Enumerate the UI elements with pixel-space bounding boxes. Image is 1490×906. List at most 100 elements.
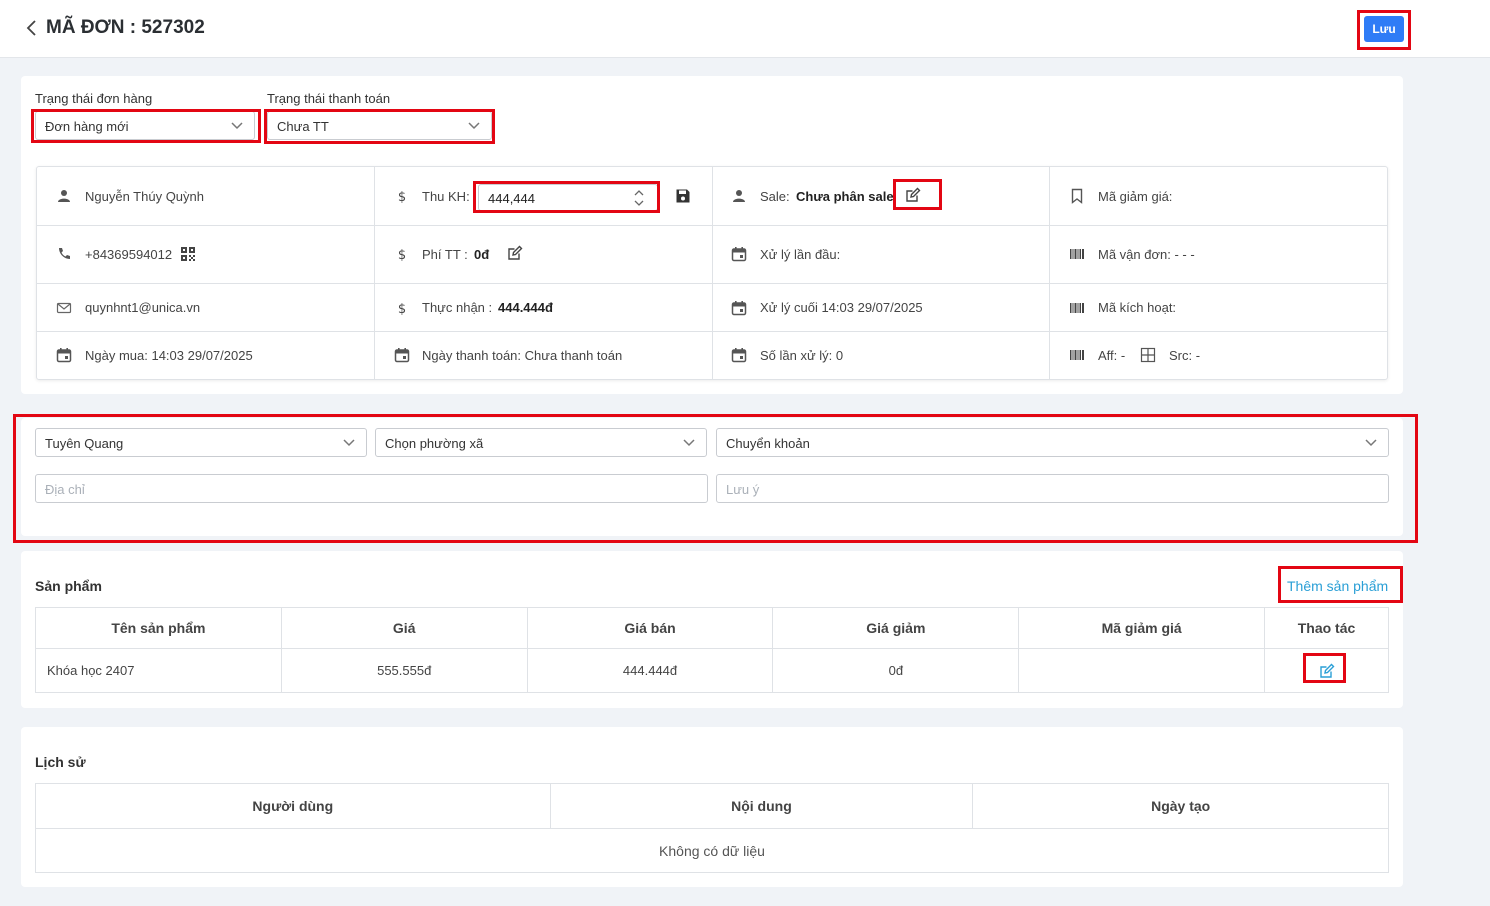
address-card: Tuyên Quang Chọn phường xã Chuyển khoản … <box>21 418 1403 536</box>
chevron-down-icon <box>468 122 480 130</box>
payment-status-value: Chưa TT <box>277 119 329 134</box>
purchase-date: Ngày mua: 14:03 29/07/2025 <box>85 348 253 363</box>
order-info-grid: Nguyễn Thúy Quỳnh +84369594012 quynhnt1@… <box>36 166 1388 380</box>
edit-icon[interactable] <box>1319 663 1335 679</box>
barcode-icon <box>1070 350 1084 360</box>
column-header: Ngày tạo <box>972 783 1389 829</box>
product-name: Khóa học 2407 <box>35 648 282 693</box>
page-title: MÃ ĐƠN : 527302 <box>46 17 205 38</box>
divider <box>37 283 1387 284</box>
mail-icon <box>56 302 72 314</box>
divider <box>712 167 713 379</box>
column-header: Thao tác <box>1264 607 1389 649</box>
process-count: Số lần xử lý: 0 <box>760 348 844 363</box>
thu-kh-label: Thu KH: <box>422 189 470 204</box>
divider <box>37 331 1387 332</box>
table-row: Không có dữ liệu <box>35 828 1389 873</box>
history-title: Lịch sử <box>35 754 86 770</box>
activation-code: Mã kích hoạt: <box>1098 300 1177 315</box>
phone-icon <box>59 248 70 259</box>
svg-text:$: $ <box>398 248 406 262</box>
dollar-icon: $ <box>398 190 406 204</box>
thuc-nhan-label: Thực nhận : <box>422 300 493 315</box>
dollar-icon: $ <box>398 248 406 262</box>
calendar-icon <box>731 301 747 316</box>
top-bar: MÃ ĐƠN : 527302 Lưu <box>0 0 1490 58</box>
products-title: Sản phẩm <box>35 578 102 594</box>
product-code <box>1018 648 1266 693</box>
user-icon <box>58 190 70 202</box>
first-process: Xử lý lần đầu: <box>760 247 841 262</box>
history-card: Lịch sử Người dùng Nội dung Ngày tạo Khô… <box>21 727 1403 887</box>
last-process: Xử lý cuối 14:03 29/07/2025 <box>760 300 923 315</box>
payment-status-label: Trạng thái thanh toán <box>267 91 391 106</box>
table-header-row: Người dùng Nội dung Ngày tạo <box>35 783 1389 829</box>
chevron-left-icon[interactable] <box>24 18 40 38</box>
order-status-select[interactable]: Đơn hàng mới <box>35 111 255 140</box>
order-info-card: Trạng thái đơn hàng Đơn hàng mới Trạng t… <box>21 76 1403 394</box>
empty-message: Không có dữ liệu <box>35 828 1389 873</box>
address-input[interactable]: Địa chỉ <box>35 474 708 503</box>
payment-date: Ngày thanh toán: Chưa thanh toán <box>422 348 623 363</box>
user-icon <box>733 190 745 202</box>
payment-status-select[interactable]: Chưa TT <box>267 111 492 140</box>
history-table: Người dùng Nội dung Ngày tạo Không có dữ… <box>35 783 1389 873</box>
save-icon[interactable] <box>675 188 691 204</box>
column-header: Giá bán <box>526 607 774 649</box>
note-placeholder: Lưu ý <box>726 482 760 497</box>
edit-icon[interactable] <box>507 245 523 261</box>
address-placeholder: Địa chỉ <box>45 482 85 497</box>
sale-label: Sale: <box>760 189 790 204</box>
save-button[interactable]: Lưu <box>1364 16 1404 42</box>
calendar-icon <box>394 348 410 363</box>
calendar-icon <box>731 247 747 262</box>
tracking-code: Mã vận đơn: - - - <box>1098 247 1195 262</box>
src: Src: - <box>1169 348 1201 363</box>
svg-text:$: $ <box>398 190 406 204</box>
column-header: Mã giảm giá <box>1018 607 1266 649</box>
barcode-icon <box>1070 249 1084 259</box>
divider <box>374 167 375 379</box>
qr-icon[interactable] <box>180 246 196 262</box>
discount-code: Mã giảm giá: <box>1098 189 1173 204</box>
grid-icon <box>1140 347 1156 363</box>
edit-icon[interactable] <box>905 187 921 203</box>
barcode-icon <box>1070 303 1084 313</box>
ward-value: Chọn phường xã <box>385 436 484 451</box>
province-select[interactable]: Tuyên Quang <box>35 428 367 457</box>
divider <box>37 225 1387 226</box>
phi-tt-value: 0đ <box>474 247 490 262</box>
chevron-down-icon <box>1365 439 1377 447</box>
column-header: Người dùng <box>35 783 551 829</box>
add-product-button[interactable]: Thêm sản phẩm <box>1287 578 1388 594</box>
product-price: 555.555đ <box>280 648 528 693</box>
chevron-down-icon <box>683 439 695 447</box>
dollar-icon: $ <box>398 302 406 316</box>
aff: Aff: - <box>1098 348 1126 363</box>
products-card: Sản phẩm Thêm sản phẩm Tên sản phẩm Giá … <box>21 551 1403 708</box>
thu-kh-input[interactable]: 444,444 <box>478 184 658 211</box>
table-header-row: Tên sản phẩm Giá Giá bán Giá giảm Mã giả… <box>35 607 1389 649</box>
order-status-value: Đơn hàng mới <box>45 119 129 134</box>
column-header: Nội dung <box>549 783 974 829</box>
product-sale-price: 444.444đ <box>526 648 774 693</box>
svg-text:$: $ <box>398 302 406 316</box>
chevron-down-icon <box>231 122 243 130</box>
products-table: Tên sản phẩm Giá Giá bán Giá giảm Mã giả… <box>35 607 1389 693</box>
ward-select[interactable]: Chọn phường xã <box>375 428 707 457</box>
column-header: Tên sản phẩm <box>35 607 282 649</box>
column-header: Giá giảm <box>772 607 1020 649</box>
payment-method-select[interactable]: Chuyển khoản <box>716 428 1389 457</box>
customer-phone: +84369594012 <box>85 247 173 262</box>
calendar-icon <box>56 348 72 363</box>
order-status-label: Trạng thái đơn hàng <box>35 91 153 106</box>
note-input[interactable]: Lưu ý <box>716 474 1389 503</box>
column-header: Giá <box>280 607 528 649</box>
thuc-nhan-value: 444.444đ <box>498 300 553 315</box>
product-discount: 0đ <box>772 648 1020 693</box>
chevron-down-icon <box>343 439 355 447</box>
spinner-arrows-icon[interactable] <box>633 187 645 209</box>
sale-value: Chưa phân sale <box>796 189 894 204</box>
product-actions <box>1264 648 1389 693</box>
province-value: Tuyên Quang <box>45 436 124 451</box>
